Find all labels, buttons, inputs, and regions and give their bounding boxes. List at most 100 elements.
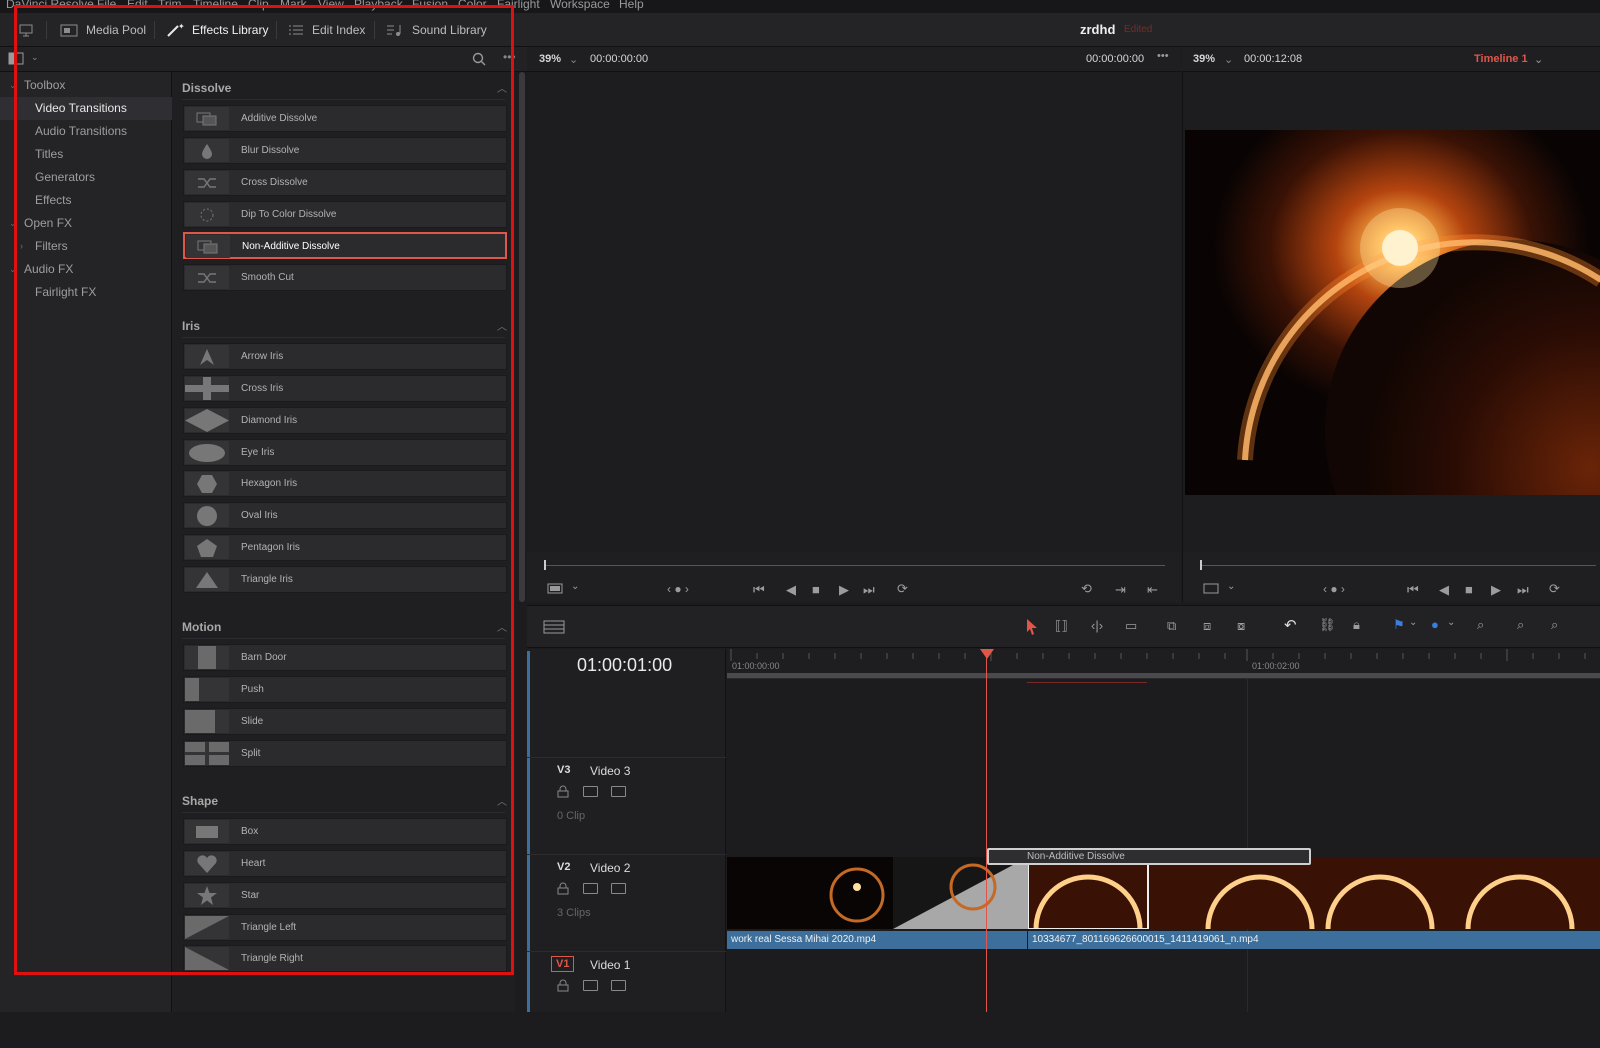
timeline-scrub-bar[interactable] bbox=[1201, 565, 1596, 566]
position-lock-icon[interactable]: 🔒︎ bbox=[1353, 617, 1360, 633]
track-v1[interactable]: V1 Video 1 bbox=[527, 951, 726, 1048]
menu-davinci[interactable]: DaVinci Resolve bbox=[6, 0, 94, 11]
section-motion[interactable]: Motion ︿ bbox=[172, 613, 515, 639]
effect-push[interactable]: Push bbox=[183, 676, 507, 703]
panel-toggle-button[interactable] bbox=[10, 13, 42, 47]
effect-box[interactable]: Box bbox=[183, 818, 507, 845]
menu-clip[interactable]: Clip bbox=[248, 0, 269, 11]
clip-view-dropdown-icon[interactable]: ⌄ bbox=[571, 581, 579, 592]
clip-thumb-2[interactable] bbox=[893, 857, 1028, 929]
loop-icon[interactable]: ⟳ bbox=[897, 581, 908, 597]
timeline-name-dropdown-icon[interactable]: ⌄ bbox=[1534, 53, 1543, 66]
source-zoom[interactable]: 39% bbox=[539, 53, 561, 65]
lock-icon[interactable] bbox=[557, 785, 569, 798]
tree-item-video-transitions[interactable]: Video Transitions bbox=[0, 97, 172, 120]
menu-mark[interactable]: Mark bbox=[280, 0, 307, 11]
menu-timeline[interactable]: Timeline bbox=[193, 0, 238, 11]
effect-dip-to-color-dissolve[interactable]: Dip To Color Dissolve bbox=[183, 201, 507, 228]
menu-trim[interactable]: Trim bbox=[158, 0, 182, 11]
viewer-mode-dropdown-icon[interactable]: ⌄ bbox=[1227, 581, 1235, 592]
timeline-jog-control[interactable]: ‹ ● › bbox=[1323, 582, 1345, 596]
source-scrub-bar[interactable] bbox=[545, 565, 1165, 566]
zoom-detail-icon[interactable]: ⌕ bbox=[1517, 617, 1524, 633]
track-v3[interactable]: V3 Video 3 0 Clip bbox=[527, 757, 726, 854]
stop-icon[interactable]: ■ bbox=[812, 582, 820, 597]
effect-diamond-iris[interactable]: Diamond Iris bbox=[183, 407, 507, 434]
tree-item-filters[interactable]: › Filters bbox=[0, 235, 172, 258]
section-dissolve[interactable]: Dissolve ︿ bbox=[172, 74, 515, 100]
tree-item-generators[interactable]: Generators bbox=[0, 166, 172, 189]
lock-icon[interactable] bbox=[557, 979, 569, 992]
viewer-mode-icon[interactable] bbox=[1203, 583, 1221, 595]
tree-item-audio-transitions[interactable]: Audio Transitions bbox=[0, 120, 172, 143]
timeline-viewer[interactable] bbox=[1182, 72, 1600, 552]
source-scrub-handle[interactable] bbox=[544, 560, 546, 570]
timeline-skip-end-icon[interactable]: ⏭ bbox=[1517, 582, 1529, 598]
overwrite-clip-icon[interactable]: ⧈ bbox=[1203, 618, 1211, 634]
dynamic-trim-icon[interactable]: ‹|› bbox=[1091, 618, 1103, 633]
tree-item-toolbox[interactable]: ⌄ Toolbox bbox=[0, 74, 172, 97]
effect-star[interactable]: Star bbox=[183, 882, 507, 909]
flag-icon[interactable]: ⚑ bbox=[1393, 617, 1405, 633]
effect-additive-dissolve[interactable]: Additive Dissolve bbox=[183, 105, 507, 132]
menu-fairlight[interactable]: Fairlight bbox=[497, 0, 540, 11]
play-icon[interactable]: ▶ bbox=[839, 582, 849, 598]
timeline-name[interactable]: Timeline 1 bbox=[1474, 53, 1528, 65]
timeline-stop-icon[interactable]: ■ bbox=[1465, 582, 1473, 597]
auto-select-icon[interactable] bbox=[583, 883, 598, 894]
tree-item-titles[interactable]: Titles bbox=[0, 143, 172, 166]
auto-select-icon[interactable] bbox=[583, 786, 598, 797]
auto-select-icon[interactable] bbox=[583, 980, 598, 991]
selection-pointer-icon[interactable] bbox=[1025, 618, 1039, 636]
mark-in-icon[interactable]: ⇤ bbox=[1147, 582, 1158, 598]
effects-library-button[interactable]: ✦ Effects Library bbox=[158, 13, 276, 47]
menu-playback[interactable]: Playback bbox=[354, 0, 403, 11]
timeline-scrub-handle[interactable] bbox=[1200, 560, 1202, 570]
lock-icon[interactable] bbox=[557, 882, 569, 895]
search-icon[interactable] bbox=[472, 52, 486, 66]
playhead[interactable] bbox=[986, 649, 987, 1012]
mark-out-icon[interactable]: ⇥ bbox=[1115, 582, 1126, 598]
menu-color[interactable]: Color bbox=[458, 0, 487, 11]
effect-smooth-cut[interactable]: Smooth Cut bbox=[183, 264, 507, 291]
tree-item-effects[interactable]: Effects bbox=[0, 189, 172, 212]
menu-edit[interactable]: Edit bbox=[127, 0, 148, 11]
timeline-skip-start-icon[interactable]: ⏮ bbox=[1407, 582, 1419, 598]
insert-clip-icon[interactable]: ⧉ bbox=[1167, 618, 1176, 634]
sidebar-dropdown-icon[interactable]: ⌄ bbox=[31, 52, 39, 63]
replace-clip-icon[interactable]: ⧇ bbox=[1237, 618, 1245, 634]
jog-control[interactable]: ‹ ● › bbox=[667, 582, 689, 596]
sidebar-toggle-icon[interactable] bbox=[8, 52, 24, 66]
tree-item-fairlight-fx[interactable]: Fairlight FX bbox=[0, 281, 172, 304]
timeline-zoom-dropdown-icon[interactable]: ⌄ bbox=[1224, 53, 1233, 66]
sound-library-button[interactable]: Sound Library bbox=[378, 13, 495, 47]
source-options-icon[interactable]: ••• bbox=[1157, 50, 1169, 62]
skip-start-icon[interactable]: ⏮ bbox=[753, 582, 765, 598]
play-reverse-icon[interactable]: ◀ bbox=[786, 582, 796, 598]
timeline-play-icon[interactable]: ▶ bbox=[1491, 582, 1501, 598]
timeline-loop-icon[interactable]: ⟳ bbox=[1549, 581, 1560, 597]
marker-icon[interactable]: ● bbox=[1431, 617, 1439, 632]
effect-triangle-iris[interactable]: Triangle Iris bbox=[183, 566, 507, 593]
match-frame-icon[interactable]: ⟲ bbox=[1081, 581, 1092, 597]
clip-thumb-1[interactable] bbox=[727, 857, 893, 929]
timeline-area[interactable]: 01:00:00:00 01:00:02:00 Non-Additive Dis… bbox=[727, 649, 1600, 1012]
zoom-full-icon[interactable]: ⌕ bbox=[1477, 617, 1484, 633]
effects-scrollbar[interactable] bbox=[519, 72, 525, 602]
effect-blur-dissolve[interactable]: Blur Dissolve bbox=[183, 137, 507, 164]
track-visibility-icon[interactable] bbox=[611, 980, 626, 991]
playhead-handle[interactable] bbox=[980, 649, 994, 659]
section-shape[interactable]: Shape ︿ bbox=[172, 787, 515, 813]
effect-pentagon-iris[interactable]: Pentagon Iris bbox=[183, 534, 507, 561]
clip-name-1[interactable]: work real Sessa Mihai 2020.mp4 bbox=[727, 931, 1027, 949]
linked-selection-icon[interactable]: ⛓ bbox=[1319, 617, 1336, 633]
track-visibility-icon[interactable] bbox=[611, 883, 626, 894]
skip-end-icon[interactable]: ⏭ bbox=[863, 582, 875, 598]
timeline-zoom[interactable]: 39% bbox=[1193, 53, 1215, 65]
effect-arrow-iris[interactable]: Arrow Iris bbox=[183, 343, 507, 370]
effect-split[interactable]: Split bbox=[183, 740, 507, 767]
clip-thumb-3[interactable] bbox=[1028, 857, 1600, 929]
effect-barn-door[interactable]: Barn Door bbox=[183, 644, 507, 671]
menu-file[interactable]: File bbox=[97, 0, 116, 11]
snapping-icon[interactable]: ↶ bbox=[1284, 616, 1297, 634]
